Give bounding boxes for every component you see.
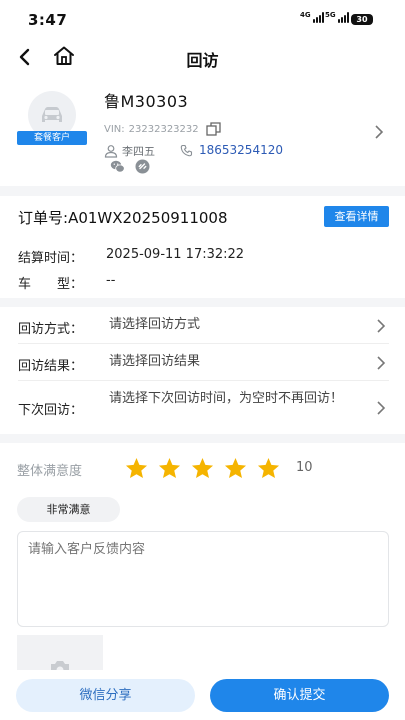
status-time: 3:47 (28, 11, 68, 29)
person-icon (104, 145, 118, 158)
star-icon[interactable] (191, 457, 214, 479)
wechat-icon[interactable] (110, 159, 125, 174)
battery-icon: 30 (351, 14, 373, 25)
settle-time-label: 结算时间： (18, 251, 84, 266)
phone-icon (180, 144, 193, 156)
rating-score: 10 (296, 460, 313, 475)
order-number-value: A01WX20250911008 (68, 209, 228, 227)
visit-result-row[interactable]: 回访结果： 请选择回访结果 (0, 344, 405, 381)
feedback-input[interactable] (17, 531, 389, 627)
settle-time-value: 2025-09-11 17:32:22 (106, 247, 245, 262)
car-model-label: 车 型： (18, 277, 84, 292)
view-detail-button[interactable]: 查看详情 (324, 206, 389, 227)
copy-icon[interactable] (205, 122, 222, 136)
chevron-right-icon (376, 318, 386, 333)
next-visit-select[interactable]: 请选择下次回访时间，为空时不再回访！ (109, 390, 364, 408)
order-number-label: 订单号: (18, 209, 69, 227)
vehicle-card[interactable]: 套餐客户 鲁M30303 VIN: 23232323232 李四五 186532… (0, 76, 405, 186)
vin-value: 23232323232 (128, 123, 199, 135)
visit-card: 回访方式： 请选择回访方式 回访结果： 请选择回访结果 下次回访： 请选择下次回… (0, 307, 405, 434)
submit-button[interactable]: 确认提交 (210, 679, 389, 712)
chevron-right-icon (376, 400, 386, 415)
rating-card: 整体满意度 10 非常满意 (0, 443, 405, 683)
license-plate: 鲁M30303 (104, 92, 189, 111)
vin-row: VIN: 23232323232 (104, 122, 222, 136)
visit-result-label: 回访结果： (18, 359, 84, 374)
next-visit-label: 下次回访： (18, 403, 84, 418)
nav-bar: 回访 (0, 38, 405, 76)
social-icons (110, 159, 150, 174)
package-customer-badge: 套餐客户 (17, 131, 87, 145)
bottom-bar: 微信分享 确认提交 (0, 670, 405, 720)
wechat-share-button[interactable]: 微信分享 (16, 679, 195, 712)
owner-name: 李四五 (122, 145, 155, 158)
star-icon[interactable] (125, 457, 148, 479)
satisfaction-tag[interactable]: 非常满意 (17, 497, 120, 522)
chevron-right-icon (376, 355, 386, 370)
visit-result-select[interactable]: 请选择回访结果 (109, 353, 364, 371)
phone-info[interactable]: 18653254120 (180, 143, 283, 157)
satisfaction-label: 整体满意度 (17, 464, 83, 479)
visit-method-select[interactable]: 请选择回访方式 (109, 316, 364, 334)
vin-label: VIN: (104, 123, 125, 135)
star-icon[interactable] (158, 457, 181, 479)
order-card: 订单号:A01WX20250911008 查看详情 结算时间： 2025-09-… (0, 196, 405, 298)
visit-method-row[interactable]: 回访方式： 请选择回访方式 (0, 307, 405, 344)
signal-5g-icon: 5G (325, 12, 349, 23)
star-icon[interactable] (257, 457, 280, 479)
status-bar: 3:47 4G 5G 30 (0, 0, 405, 38)
next-visit-row[interactable]: 下次回访： 请选择下次回访时间，为空时不再回访！ (0, 381, 405, 434)
visit-method-label: 回访方式： (18, 322, 84, 337)
star-rating[interactable] (125, 457, 280, 479)
order-number: 订单号:A01WX20250911008 (18, 207, 228, 228)
star-icon[interactable] (224, 457, 247, 479)
car-model-value: -- (106, 273, 116, 288)
owner-info: 李四五 (104, 143, 155, 159)
link-icon[interactable] (135, 159, 150, 174)
phone-number[interactable]: 18653254120 (199, 143, 283, 157)
signal-4g-icon: 4G (300, 12, 324, 23)
page-title: 回访 (186, 51, 219, 70)
chevron-right-icon[interactable] (374, 124, 384, 139)
